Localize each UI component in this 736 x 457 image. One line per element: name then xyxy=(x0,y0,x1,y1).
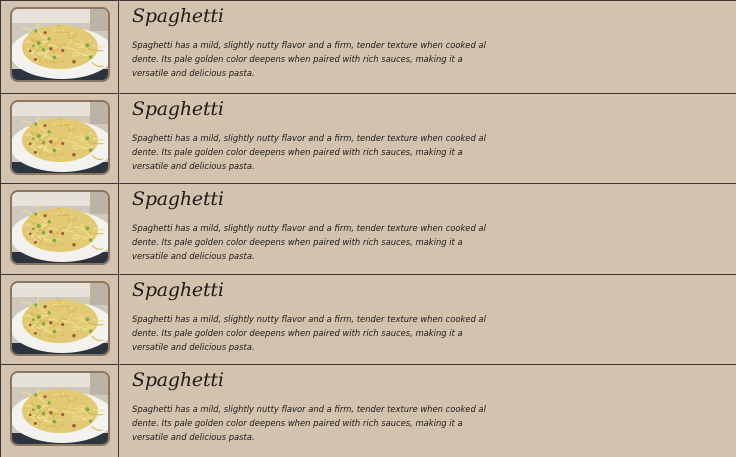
item-title: Spaghetti xyxy=(132,5,224,27)
thumbnail-cell xyxy=(1,184,119,274)
item-title: Spaghetti xyxy=(132,98,224,120)
thumbnail-cell xyxy=(1,94,119,183)
spaghetti-photo xyxy=(10,281,110,356)
list-item[interactable]: Spaghetti Spaghetti has a mild, slightly… xyxy=(0,183,736,274)
item-title: Spaghetti xyxy=(132,279,224,301)
list-item[interactable]: Spaghetti Spaghetti has a mild, slightly… xyxy=(0,0,736,93)
item-description: Spaghetti has a mild, slightly nutty fla… xyxy=(132,314,486,352)
item-title: Spaghetti xyxy=(132,188,224,210)
thumbnail-cell xyxy=(1,275,119,364)
list-item[interactable]: Spaghetti Spaghetti has a mild, slightly… xyxy=(0,364,736,457)
list-item[interactable]: Spaghetti Spaghetti has a mild, slightly… xyxy=(0,274,736,364)
item-description: Spaghetti has a mild, slightly nutty fla… xyxy=(132,223,486,261)
spaghetti-photo xyxy=(10,190,110,265)
item-description: Spaghetti has a mild, slightly nutty fla… xyxy=(132,133,486,171)
item-description: Spaghetti has a mild, slightly nutty fla… xyxy=(132,40,486,78)
thumbnail-cell xyxy=(1,365,119,457)
thumbnail-cell xyxy=(1,1,119,93)
spaghetti-photo xyxy=(10,100,110,175)
food-list: Spaghetti Spaghetti has a mild, slightly… xyxy=(0,0,736,457)
list-item[interactable]: Spaghetti Spaghetti has a mild, slightly… xyxy=(0,93,736,183)
spaghetti-photo xyxy=(10,7,110,82)
item-description: Spaghetti has a mild, slightly nutty fla… xyxy=(132,404,486,442)
spaghetti-photo xyxy=(10,371,110,446)
item-title: Spaghetti xyxy=(132,369,224,391)
